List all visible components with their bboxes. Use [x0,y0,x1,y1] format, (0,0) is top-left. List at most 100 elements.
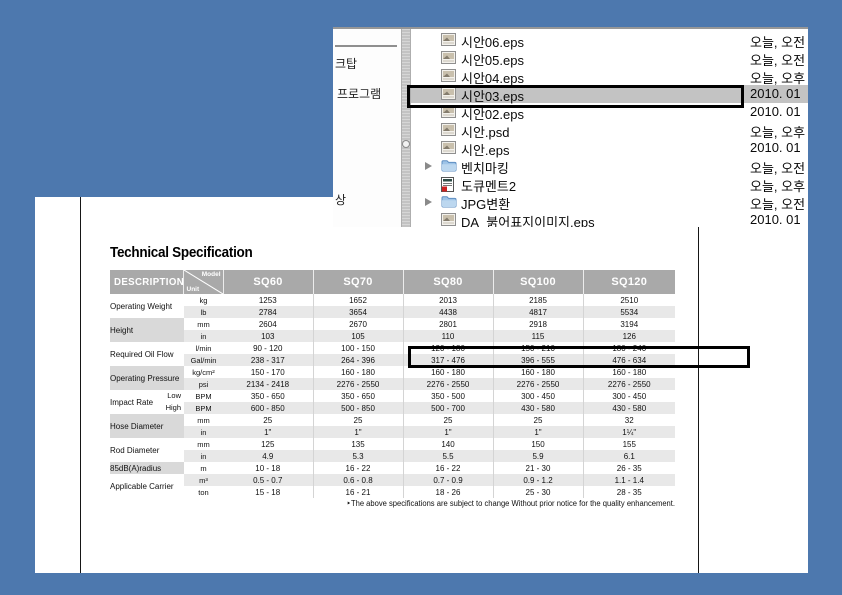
file-row[interactable]: 시안.psd오늘, 오후 [411,121,808,139]
unit-cell: kg/cm² [184,366,223,378]
disclosure-triangle-icon[interactable] [425,198,432,206]
unit-cell: in [184,450,223,462]
model-column-header: SQ100 [493,270,583,294]
table-footnote: ‣The above specifications are subject to… [138,499,675,508]
value-cell: 26 - 35 [583,462,675,474]
row-group-label: Operating Weight [110,294,184,318]
value-cell: 0.6 - 0.8 [313,474,403,486]
description-header: DESCRIPTIONModelUnit [110,270,223,294]
model-column-header: SQ70 [313,270,403,294]
sidebar-divider [335,45,397,47]
value-cell: 15 - 18 [223,486,313,498]
sidebar-item-desktop[interactable]: 크탑 [335,55,357,72]
page-margin-line-left [80,197,81,573]
file-row[interactable]: 벤치마킹오늘, 오전 [411,157,808,175]
value-cell: 150 [493,438,583,450]
sidebar-item-programs[interactable]: 프로그램 [337,85,381,102]
unit-cell: mm [184,414,223,426]
row-group-label: Operating Pressure [110,366,184,390]
unit-cell: ton [184,486,223,498]
file-date: 2010. 01 [750,104,801,119]
value-cell: 150 - 170 [223,366,313,378]
model-column-header: SQ120 [583,270,675,294]
unit-cell: psi [184,378,223,390]
value-cell: 2276 - 2550 [313,378,403,390]
unit-cell: Gal/min [184,354,223,366]
image-thumbnail-icon [441,213,456,227]
scrollbar-knob[interactable] [402,140,410,148]
row-group-label: Applicable Carrier [110,474,184,498]
row-group-label: Rod Diameter [110,438,184,462]
file-row[interactable]: 시안.eps2010. 01 [411,139,808,157]
unit-cell: in [184,330,223,342]
value-cell: 135 [313,438,403,450]
value-cell: 126 [583,330,675,342]
value-cell: 16 - 21 [313,486,403,498]
file-row[interactable]: DA_붉어표지이미지.eps2010. 01 [411,211,808,227]
value-cell: 2276 - 2550 [583,378,675,390]
value-cell: 1652 [313,294,403,306]
value-cell: 25 [493,414,583,426]
file-row[interactable]: 시안06.eps오늘, 오전 [411,31,808,49]
value-cell: 2013 [403,294,493,306]
value-cell: 140 [403,438,493,450]
value-cell: 350 - 650 [223,390,313,402]
value-cell: 2134 - 2418 [223,378,313,390]
unit-cell: mm [184,318,223,330]
file-row[interactable]: 시안04.eps오늘, 오후 [411,67,808,85]
model-column-header: SQ80 [403,270,493,294]
value-cell: 115 [493,330,583,342]
value-cell: 18 - 26 [403,486,493,498]
value-cell: 28 - 35 [583,486,675,498]
value-cell: 1" [313,426,403,438]
value-cell: 430 - 580 [583,402,675,414]
design-proof-canvas: Technical Specification DESCRIPTIONModel… [0,0,842,595]
value-cell: 105 [313,330,403,342]
value-cell: 2604 [223,318,313,330]
file-date: 2010. 01 [750,86,801,101]
value-cell: 2670 [313,318,403,330]
sidebar-item-misc[interactable]: 상 [335,191,346,208]
value-cell: 4817 [493,306,583,318]
value-cell: 2784 [223,306,313,318]
value-cell: 6.1 [583,450,675,462]
row-group-label: Height [110,318,184,342]
value-cell: 1" [403,426,493,438]
value-cell: 4.9 [223,450,313,462]
spec-table: DESCRIPTIONModelUnitSQ60SQ70SQ80SQ100SQ1… [110,270,675,498]
value-cell: 100 - 150 [313,342,403,354]
value-cell: 25 [313,414,403,426]
value-cell: 25 [403,414,493,426]
row-group-label: Impact RateLowHigh [110,390,184,414]
value-cell: 264 - 396 [313,354,403,366]
value-cell: 25 - 30 [493,486,583,498]
value-cell: 0.5 - 0.7 [223,474,313,486]
value-cell: 5.5 [403,450,493,462]
value-cell: 1" [493,426,583,438]
file-row[interactable]: 도큐멘트2오늘, 오후 [411,175,808,193]
model-unit-diagonal: ModelUnit [183,270,223,294]
finder-window: 크탑 프로그램 상 시안06.eps오늘, 오전시안05.eps오늘, 오전시안… [333,27,808,227]
disclosure-triangle-icon[interactable] [425,162,432,170]
value-cell: 25 [223,414,313,426]
value-cell: 3654 [313,306,403,318]
value-cell: 350 - 500 [403,390,493,402]
value-cell: 2801 [403,318,493,330]
value-cell: 16 - 22 [313,462,403,474]
value-cell: 5.9 [493,450,583,462]
model-column-header: SQ60 [223,270,313,294]
value-cell: 600 - 850 [223,402,313,414]
sidebar-scrollbar[interactable] [401,29,411,227]
unit-cell: l/min [184,342,223,354]
value-cell: 1253 [223,294,313,306]
value-cell: 5534 [583,306,675,318]
unit-cell: BPM [184,402,223,414]
file-row[interactable]: 시안05.eps오늘, 오전 [411,49,808,67]
spec-table-grid: DESCRIPTIONModelUnitSQ60SQ70SQ80SQ100SQ1… [110,270,675,498]
file-row[interactable]: JPG변환오늘, 오전 [411,193,808,211]
value-cell: 500 - 850 [313,402,403,414]
value-cell: 350 - 650 [313,390,403,402]
unit-cell: BPM [184,390,223,402]
value-cell: 16 - 22 [403,462,493,474]
unit-cell: kg [184,294,223,306]
